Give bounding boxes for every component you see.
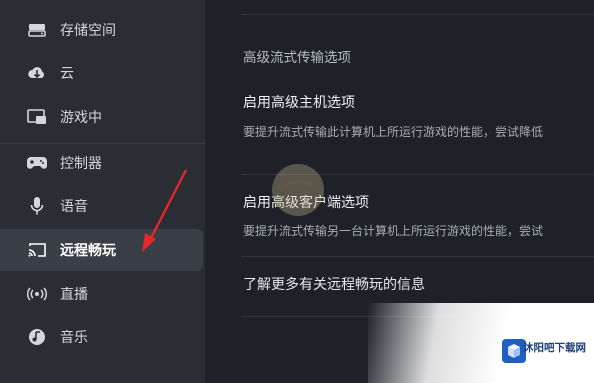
sidebar-item-label: 音乐 [60,330,88,346]
sidebar-item-in-game[interactable]: 游戏中 [0,96,203,138]
broadcast-icon [26,283,48,305]
sidebar-item-broadcast[interactable]: 直播 [0,273,203,315]
sidebar-item-label: 云 [60,66,74,82]
watermark-site-name: 沐阳吧下载网 [523,342,586,354]
microphone-icon [26,195,48,217]
host-option-title[interactable]: 启用高级主机选项 [243,92,355,112]
sidebar-item-remote-play[interactable]: 远程畅玩 [0,229,203,271]
cloud-icon [26,62,48,84]
sidebar-item-storage[interactable]: 存储空间 [0,9,203,51]
sidebar-item-label: 语音 [60,199,88,215]
sidebar-item-label: 直播 [60,287,88,303]
section-title: 高级流式传输选项 [243,50,351,66]
storage-icon [26,19,48,41]
sidebar-item-controller[interactable]: 控制器 [0,142,203,184]
divider [241,14,594,15]
divider [241,256,594,257]
sidebar-item-voice[interactable]: 语音 [0,185,203,227]
controller-icon [26,152,48,174]
sidebar-item-label: 存储空间 [60,23,116,39]
sidebar-item-label: 远程畅玩 [60,243,116,259]
settings-sidebar: 存储空间 云 游戏中 控制器 语音 远程畅玩 直播 音乐 [0,0,205,383]
in-game-icon [26,106,48,128]
remote-play-icon [26,239,48,261]
learn-more-link[interactable]: 了解更多有关远程畅玩的信息 [243,274,425,294]
watermark-emblem [272,164,324,216]
sidebar-item-label: 控制器 [60,156,102,172]
music-icon [26,326,48,348]
sidebar-item-cloud[interactable]: 云 [0,52,203,94]
sidebar-item-label: 游戏中 [60,110,102,126]
sidebar-item-music[interactable]: 音乐 [0,316,203,358]
steam-settings-window: 存储空间 云 游戏中 控制器 语音 远程畅玩 直播 音乐 高级流式传输选项 启用… [0,0,594,383]
host-option-description: 要提升流式传输此计算机上所运行游戏的性能，尝试降低 [243,125,544,139]
